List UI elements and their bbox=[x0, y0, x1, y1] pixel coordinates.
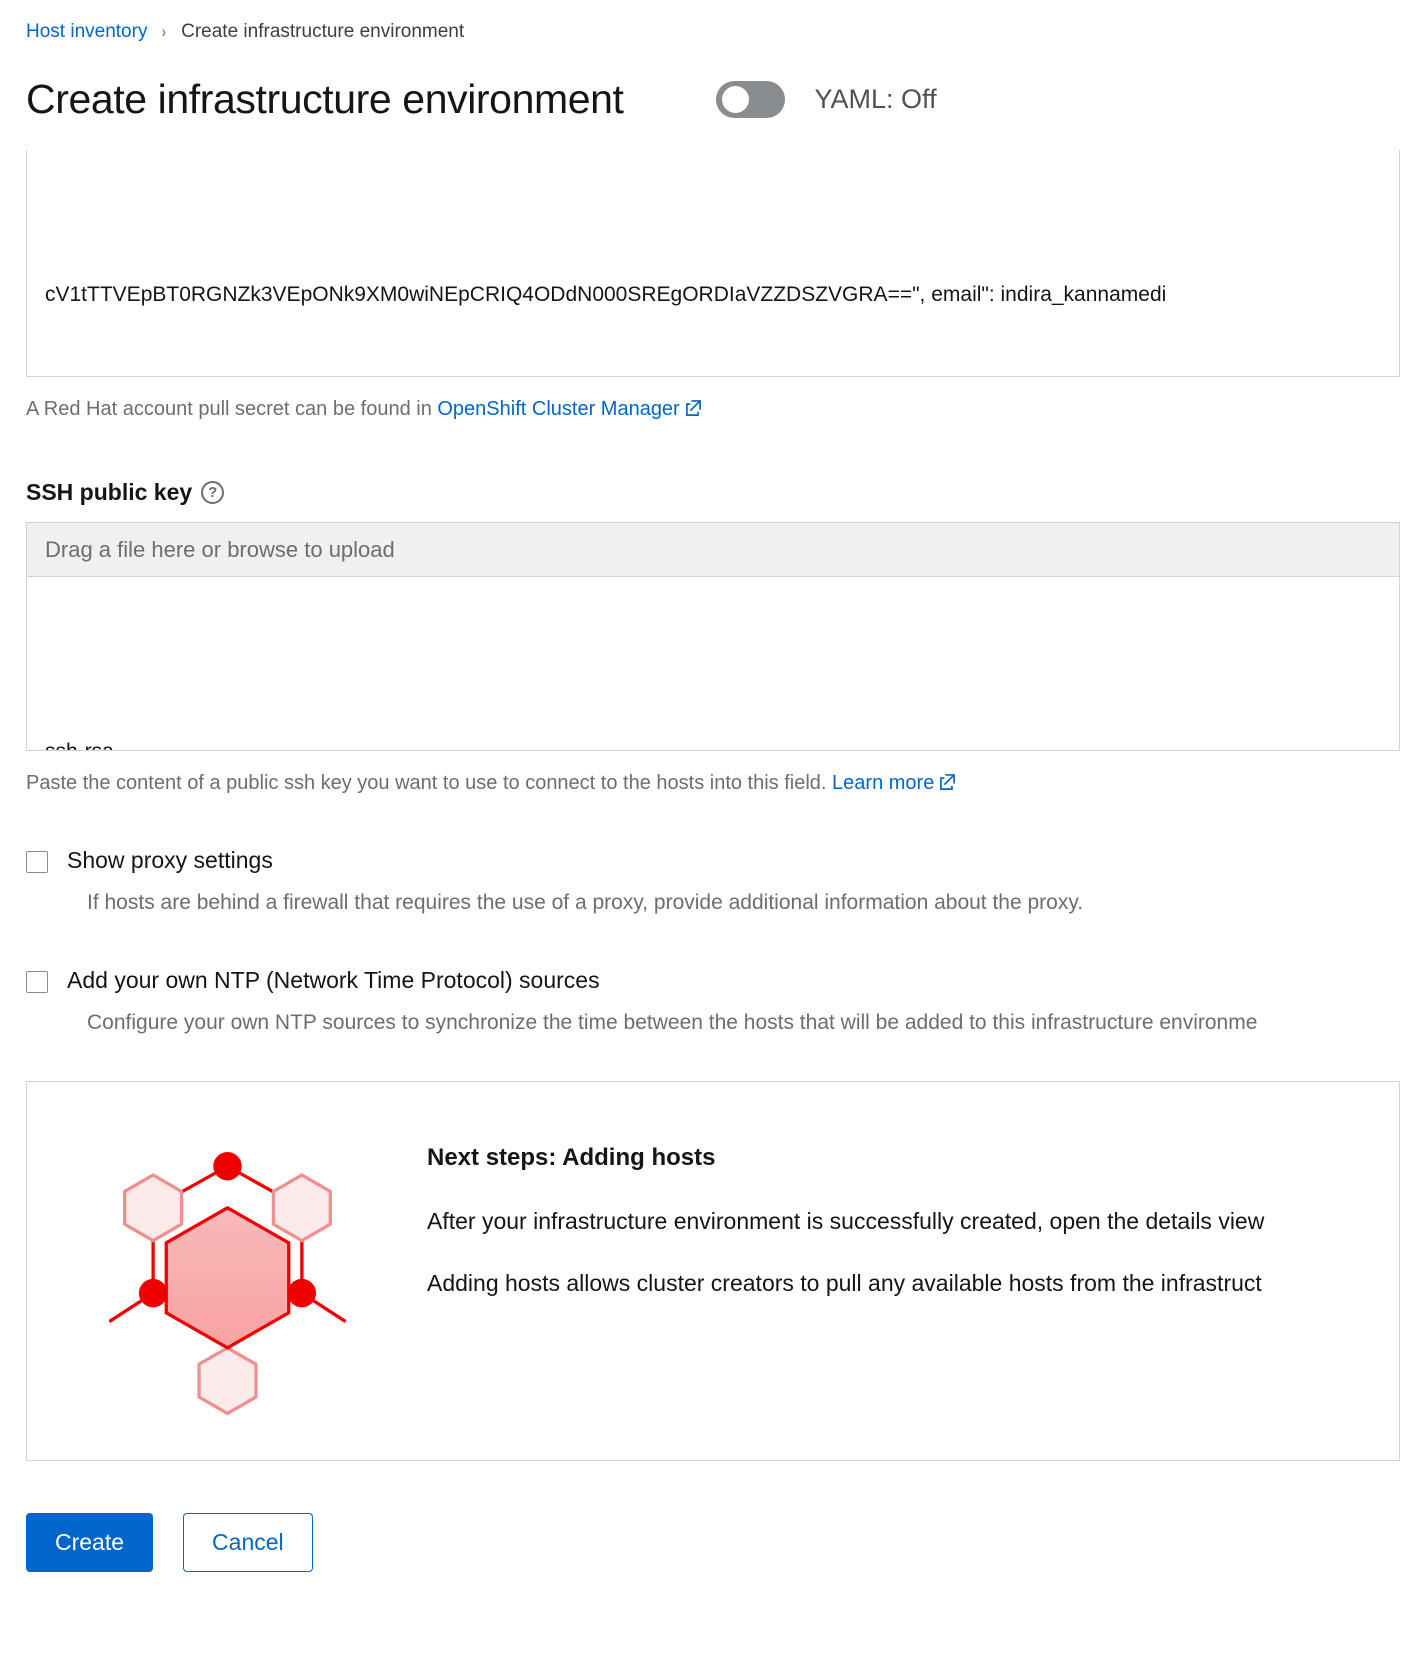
add-ntp-sources-description: Configure your own NTP sources to synchr… bbox=[87, 1011, 1258, 1034]
ssh-public-key-helper-label: Paste the content of a public ssh key yo… bbox=[26, 772, 827, 794]
pull-secret-textarea[interactable]: cV1tTTVEpBT0RGNZk3VEpONk9XM0wiNEpCRIQ4OD… bbox=[26, 150, 1400, 377]
page-title: Create infrastructure environment bbox=[26, 76, 624, 122]
next-steps-paragraph: After your infrastructure environment is… bbox=[427, 1208, 1265, 1234]
openshift-cluster-manager-link[interactable]: OpenShift Cluster Manager bbox=[437, 398, 701, 420]
ntp-sources-checkbox-group: Add your own NTP (Network Time Protocol)… bbox=[26, 965, 1400, 1037]
next-steps-card: Next steps: Adding hosts After your infr… bbox=[26, 1081, 1400, 1461]
next-steps-paragraph: Adding hosts allows cluster creators to … bbox=[427, 1270, 1262, 1296]
learn-more-link[interactable]: Learn more bbox=[832, 772, 956, 794]
external-link-icon bbox=[939, 770, 956, 790]
ssh-public-key-label-row: SSH public key ? bbox=[26, 479, 1400, 506]
openshift-cluster-manager-link-label: OpenShift Cluster Manager bbox=[437, 398, 680, 420]
ssh-public-key-helper-text: Paste the content of a public ssh key yo… bbox=[26, 769, 1400, 797]
proxy-settings-checkbox-group: Show proxy settings If hosts are behind … bbox=[26, 845, 1400, 917]
ssh-key-line: ssh-rsa bbox=[45, 733, 1381, 750]
ssh-public-key-content: ssh-rsa AAAAB3NzaC1yc2EAAAADAQABAAABgQC2… bbox=[27, 651, 1399, 750]
next-steps-title: Next steps: Adding hosts bbox=[427, 1144, 716, 1171]
yaml-toggle-group: YAML: Off bbox=[715, 80, 937, 118]
learn-more-link-label: Learn more bbox=[832, 772, 935, 794]
breadcrumb: Host inventory › Create infrastructure e… bbox=[26, 0, 1400, 44]
hexagon-network-illustration bbox=[27, 1122, 427, 1420]
breadcrumb-item-host-inventory[interactable]: Host inventory bbox=[26, 20, 147, 44]
yaml-toggle-knob bbox=[721, 85, 749, 113]
add-ntp-sources-row: Add your own NTP (Network Time Protocol)… bbox=[26, 965, 1400, 995]
breadcrumb-item-current: Create infrastructure environment bbox=[181, 21, 465, 42]
yaml-toggle-switch[interactable] bbox=[715, 80, 785, 118]
breadcrumb-separator-icon: › bbox=[162, 22, 167, 41]
show-proxy-settings-label[interactable]: Show proxy settings bbox=[67, 845, 273, 875]
pull-secret-content: cV1tTTVEpBT0RGNZk3VEpONk9XM0wiNEpCRIQ4OD… bbox=[27, 202, 1399, 376]
add-ntp-sources-label[interactable]: Add your own NTP (Network Time Protocol)… bbox=[67, 965, 600, 995]
show-proxy-settings-description: If hosts are behind a firewall that requ… bbox=[87, 891, 1084, 914]
file-upload-hint: Drag a file here or browse to upload bbox=[45, 536, 395, 562]
yaml-toggle-label: YAML: Off bbox=[814, 84, 937, 114]
create-infrastructure-environment-page: Host inventory › Create infrastructure e… bbox=[0, 0, 1426, 1662]
question-circle-icon[interactable]: ? bbox=[201, 481, 225, 504]
file-upload-dropzone[interactable]: Drag a file here or browse to upload bbox=[26, 522, 1400, 576]
ssh-public-key-textarea[interactable]: ssh-rsa AAAAB3NzaC1yc2EAAAADAQABAAABgQC2… bbox=[26, 576, 1400, 751]
pull-secret-helper-text: A Red Hat account pull secret can be fou… bbox=[26, 395, 1400, 423]
ssh-public-key-label: SSH public key bbox=[26, 479, 193, 505]
cancel-button[interactable]: Cancel bbox=[183, 1513, 313, 1572]
external-link-icon bbox=[685, 396, 702, 416]
next-steps-body: Next steps: Adding hosts After your infr… bbox=[427, 1122, 1284, 1298]
show-proxy-settings-row: Show proxy settings bbox=[26, 845, 1400, 875]
pull-secret-helper-label: A Red Hat account pull secret can be fou… bbox=[26, 398, 432, 420]
show-proxy-settings-checkbox[interactable] bbox=[26, 851, 48, 873]
pull-secret-line: cV1tTTVEpBT0RGNZk3VEpONk9XM0wiNEpCRIQ4OD… bbox=[45, 283, 1167, 306]
create-button[interactable]: Create bbox=[26, 1513, 154, 1572]
form-actions: Create Cancel bbox=[26, 1513, 1400, 1572]
add-ntp-sources-checkbox[interactable] bbox=[26, 971, 48, 993]
page-header: Create infrastructure environment YAML: … bbox=[26, 74, 1400, 124]
